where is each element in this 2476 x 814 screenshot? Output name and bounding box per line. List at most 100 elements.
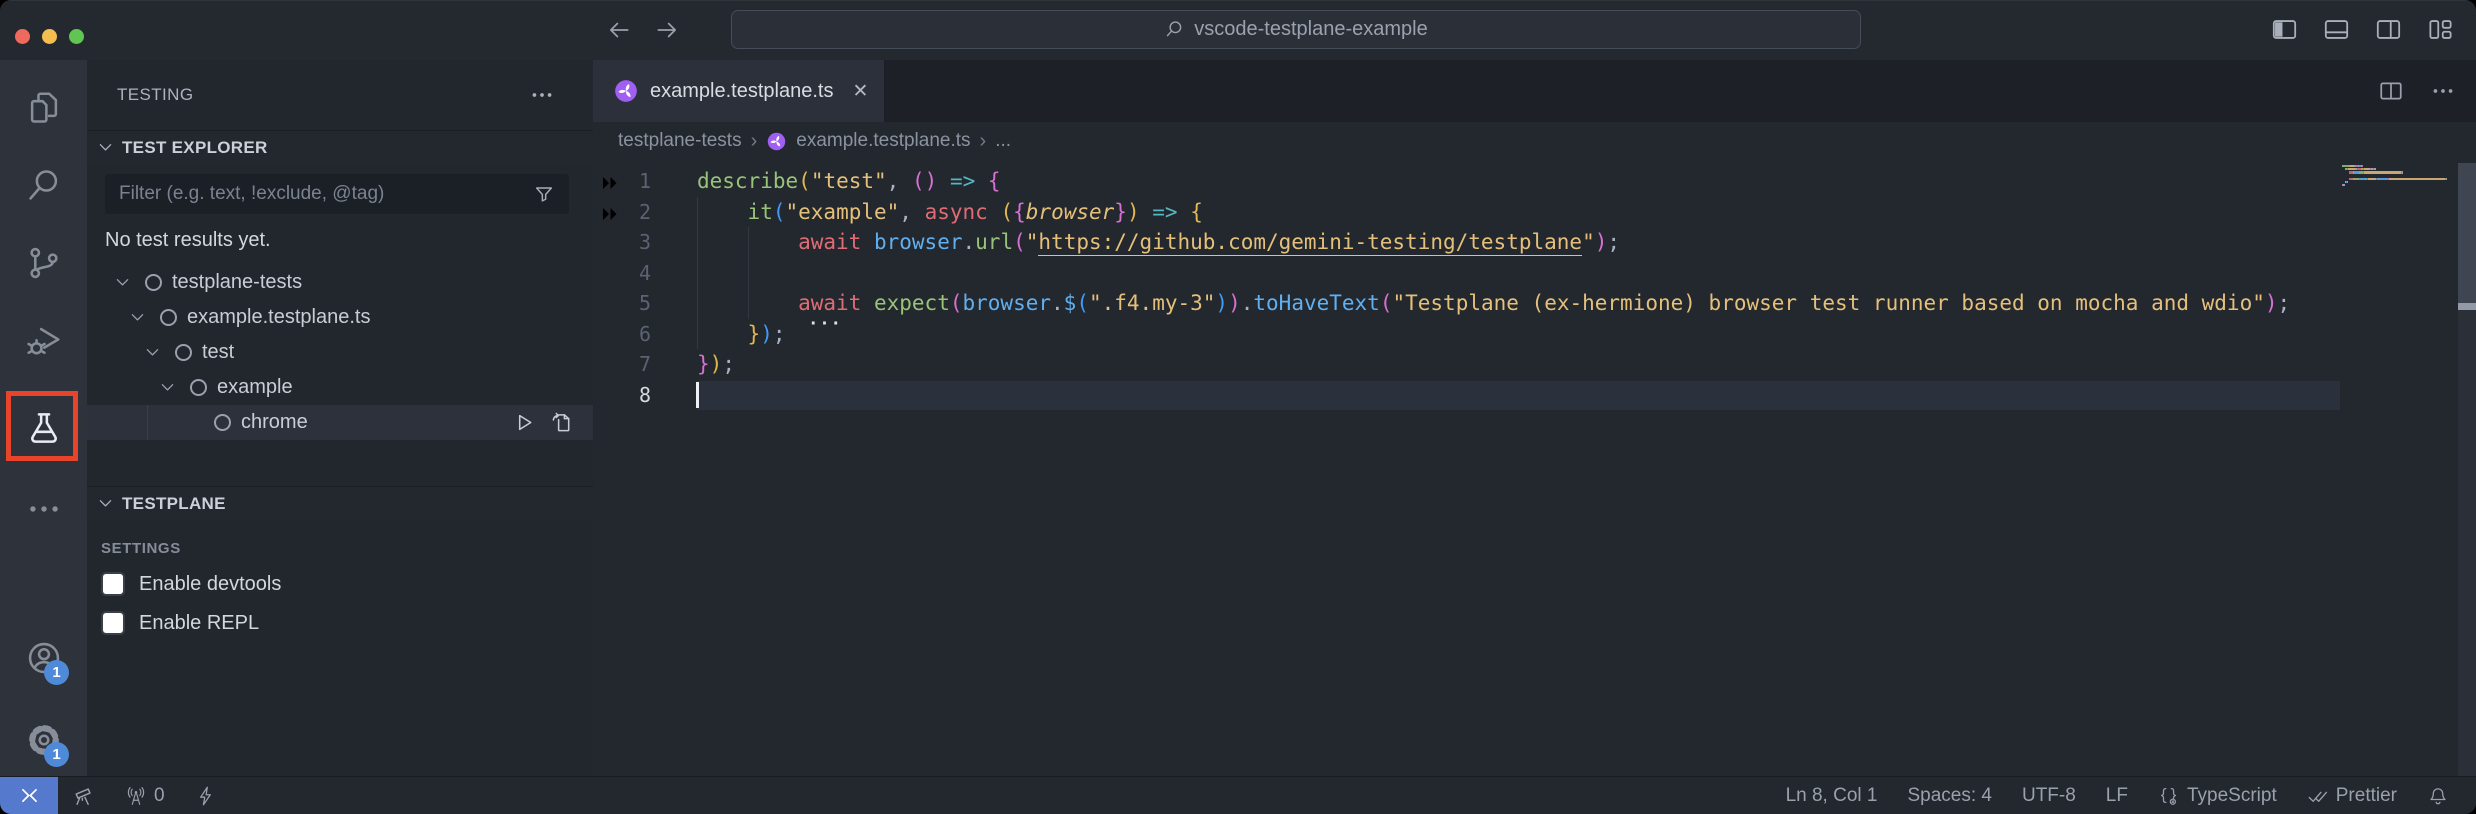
run-test-icon[interactable] [513,411,536,434]
badge: 1 [44,742,69,767]
close-tab-icon[interactable]: ✕ [852,80,868,103]
tree-item-label: testplane-tests [172,271,302,294]
minimap-token [2389,178,2446,180]
toggle-panel-icon[interactable] [2323,16,2350,43]
activity-item-accounts[interactable]: 1 [0,628,87,688]
activity-item-run-debug[interactable] [0,311,87,371]
test-tree-item-testplane-tests[interactable]: testplane-tests [87,265,593,300]
code-token: "Testplane (ex-hermione) browser test ru… [1392,291,2264,315]
testplane-file-icon [613,78,639,104]
minimize-window-button[interactable] [42,29,57,44]
code-token: ; [722,352,735,376]
close-window-button[interactable] [15,29,30,44]
code-line-6[interactable]: 6}); [593,319,2476,350]
customize-layout-icon[interactable] [2427,16,2454,43]
breadcrumb-item[interactable]: ... [995,130,1011,152]
minimap-line [2342,171,2454,173]
code-token: async [925,200,988,224]
command-center[interactable]: vscode-testplane-example [731,10,1861,49]
toggle-primary-sidebar-icon[interactable] [2271,16,2298,43]
checkbox-unchecked[interactable] [101,572,125,596]
zoom-window-button[interactable] [69,29,84,44]
minimap-token [2347,181,2348,183]
minimap[interactable] [2342,165,2454,191]
section-title: TEST EXPLORER [122,138,268,158]
code-line-1[interactable]: 1describe("test", () => { [593,166,2476,197]
code-line-8[interactable]: 8 [593,380,2476,411]
code-token: ( [1076,291,1089,315]
code-line-3[interactable]: 3 await browser.url("https://github.com/g… [593,227,2476,258]
status-label: UTF-8 [2022,785,2076,807]
test-filter-input[interactable]: Filter (e.g. text, !exclude, @tag) [105,174,569,214]
annotation-highlight-box [6,391,78,461]
line-number: 3 [611,227,651,258]
section-testplane-header[interactable]: TESTPLANE [87,486,593,520]
code-line-4[interactable]: 4 [593,258,2476,289]
breadcrumb-item[interactable]: example.testplane.ts [796,130,970,152]
code-token [1178,200,1191,224]
filter-funnel-icon[interactable] [533,183,555,205]
scrollbar-slider[interactable] [2458,163,2476,305]
status-bar-left: 0 [0,777,232,814]
workbench: 1 1 TESTING TEST EXPLORER Filter (e.g. te… [0,60,2476,777]
text-cursor [696,382,699,408]
status-item-broadcast[interactable]: 0 [110,777,180,814]
activity-item-source-control[interactable] [0,233,87,293]
status-item-bell[interactable] [2412,777,2464,814]
vertical-scrollbar[interactable] [2458,163,2476,777]
breadcrumb-separator: › [980,130,987,153]
code-line-7[interactable]: 7}); [593,349,2476,380]
status-item-typescript[interactable]: TypeScript [2143,777,2292,814]
status-item-lf[interactable]: LF [2091,777,2143,814]
status-item-utf-8[interactable]: UTF-8 [2007,777,2091,814]
line-content: await browser.url("https://github.com/ge… [697,227,1620,258]
back-icon[interactable] [606,17,632,43]
test-state-circle-icon [145,274,162,291]
code-line-5[interactable]: 5await expect(browser.$(".f4.my-3")).toH… [593,288,2476,319]
checkbox-unchecked[interactable] [101,611,125,635]
code-token: await [798,230,861,254]
code-token: url [975,230,1013,254]
status-label: Prettier [2336,785,2397,807]
status-label: 0 [154,785,165,807]
code-token: ) [710,352,723,376]
code-token: https://github.com/gemini-testing/testpl… [1038,230,1582,256]
editor-more-actions-icon[interactable] [2430,78,2456,104]
code-line-2[interactable]: 2it("example", async ({browser}) => { [593,197,2476,228]
test-tree-item-example.testplane.ts[interactable]: example.testplane.ts [87,300,593,335]
sidebar-header: TESTING [87,60,593,130]
code-area[interactable]: 1describe("test", () => {2it("example", … [593,160,2476,777]
code-token [988,200,1001,224]
code-token: . [963,230,976,254]
code-token: ( [1380,291,1393,315]
status-item-lightning[interactable] [180,777,232,814]
test-tree-item-example[interactable]: example [87,370,593,405]
titlebar: vscode-testplane-example [0,0,2476,61]
breadcrumb-item[interactable]: testplane-tests [618,130,742,152]
remote-indicator[interactable] [0,777,58,814]
code-token: ; [773,322,786,346]
test-tree-item-chrome[interactable]: chrome [87,405,593,440]
test-tree-item-test[interactable]: test [87,335,593,370]
activity-item-files[interactable] [0,78,87,138]
status-item-telescope[interactable] [58,777,110,814]
code-token: ) [1228,291,1241,315]
history-navigation [606,17,680,43]
activity-item-settings-gear[interactable]: 1 [0,710,87,770]
section-test-explorer-header[interactable]: TEST EXPLORER [87,130,593,164]
sidebar-more-actions-icon[interactable] [529,82,555,108]
tab-example-testplane-ts[interactable]: example.testplane.ts ✕ [593,60,885,122]
go-to-test-icon[interactable] [550,411,573,434]
code-token: toHaveText [1253,291,1379,315]
activity-item-more[interactable] [0,479,87,539]
status-item-ln-8-col-1[interactable]: Ln 8, Col 1 [1771,777,1893,814]
status-item-spaces-4[interactable]: Spaces: 4 [1892,777,2007,814]
minimap-token [2368,178,2376,180]
activity-item-search[interactable] [0,155,87,215]
tab-label: example.testplane.ts [650,80,833,103]
forward-icon[interactable] [654,17,680,43]
split-editor-icon[interactable] [2378,78,2404,104]
source-control-icon [25,244,63,282]
status-item-prettier[interactable]: Prettier [2292,777,2412,814]
toggle-secondary-sidebar-icon[interactable] [2375,16,2402,43]
